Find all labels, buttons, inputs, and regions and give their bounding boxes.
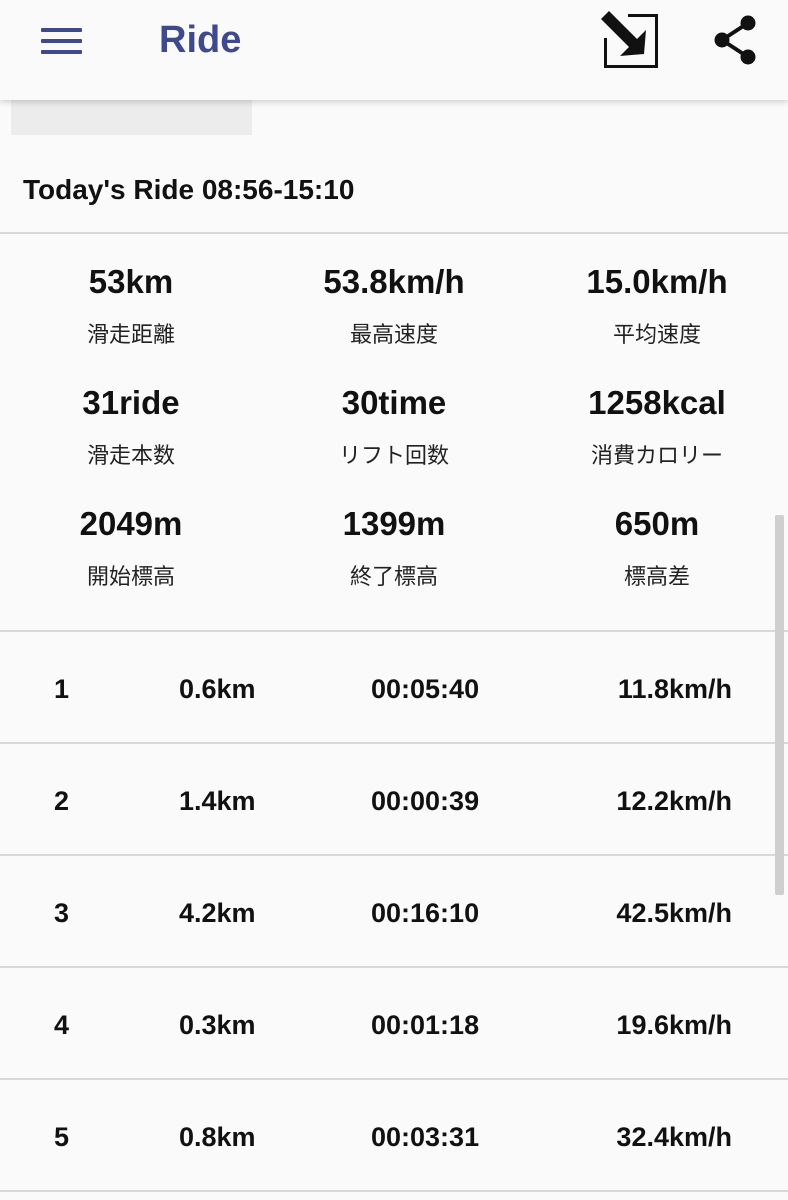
- scrollbar-thumb[interactable]: [775, 515, 784, 895]
- stat-start-altitude: 2049m 開始標高: [0, 504, 262, 591]
- stat-label: 標高差: [623, 564, 690, 589]
- run-speed: 42.5km/h: [616, 898, 732, 928]
- run-duration: 00:03:31: [371, 1122, 480, 1152]
- stat-label: 滑走距離: [86, 322, 175, 347]
- run-number: 3: [54, 898, 70, 928]
- run-number: 4: [54, 1010, 70, 1040]
- stat-label: 終了標高: [349, 564, 438, 589]
- stat-value: 650m: [614, 505, 700, 542]
- stat-ride-count: 31ride 滑走本数: [0, 383, 262, 470]
- run-row[interactable]: 4 0.3km 00:01:18 19.6km/h: [0, 968, 788, 1080]
- menu-bar-line: [41, 28, 82, 32]
- run-row[interactable]: 5 0.8km 00:03:31 32.4km/h: [0, 1080, 788, 1192]
- stat-calories: 1258kcal 消費カロリー: [526, 383, 788, 470]
- menu-bar-line: [41, 50, 82, 54]
- divider: [0, 232, 788, 234]
- stat-label: 開始標高: [86, 564, 175, 589]
- stat-value: 2049m: [79, 505, 183, 542]
- stat-value: 53.8km/h: [323, 263, 465, 300]
- ride-heading: Today's Ride 08:56-15:10: [23, 174, 355, 205]
- run-distance: 0.8km: [179, 1122, 256, 1152]
- stat-value: 31ride: [82, 384, 180, 421]
- stat-average-speed: 15.0km/h 平均速度: [526, 262, 788, 349]
- stat-label: リフト回数: [338, 443, 449, 468]
- stat-lift-count: 30time リフト回数: [263, 383, 525, 470]
- stat-label: 消費カロリー: [590, 443, 723, 468]
- run-distance: 1.4km: [179, 786, 256, 816]
- run-number: 5: [54, 1122, 70, 1152]
- run-number: 2: [54, 786, 70, 816]
- collapsed-card: [11, 100, 252, 135]
- stat-value: 1258kcal: [588, 384, 726, 421]
- stat-label: 滑走本数: [86, 443, 175, 468]
- run-list: 1 0.6km 00:05:40 11.8km/h 2 1.4km 00:00:…: [0, 632, 788, 1192]
- share-icon[interactable]: [706, 10, 766, 70]
- run-speed: 19.6km/h: [616, 1010, 732, 1040]
- page-title: Ride: [159, 19, 242, 61]
- run-duration: 00:00:39: [371, 786, 480, 816]
- hamburger-menu-icon[interactable]: [28, 16, 94, 64]
- stat-total-distance: 53km 滑走距離: [0, 262, 262, 349]
- run-speed: 12.2km/h: [616, 786, 732, 816]
- run-duration: 00:16:10: [371, 898, 480, 928]
- run-duration: 00:05:40: [371, 674, 480, 704]
- run-row[interactable]: 1 0.6km 00:05:40 11.8km/h: [0, 632, 788, 744]
- stat-value: 30time: [341, 384, 447, 421]
- run-row[interactable]: 2 1.4km 00:00:39 12.2km/h: [0, 744, 788, 856]
- stat-label: 平均速度: [612, 322, 701, 347]
- stat-value: 15.0km/h: [586, 263, 728, 300]
- run-duration: 00:01:18: [371, 1010, 480, 1040]
- stat-max-speed: 53.8km/h 最高速度: [263, 262, 525, 349]
- run-distance: 0.3km: [179, 1010, 256, 1040]
- app-bar: Ride: [0, 0, 788, 100]
- stat-altitude-difference: 650m 標高差: [526, 504, 788, 591]
- stat-end-altitude: 1399m 終了標高: [263, 504, 525, 591]
- run-number: 1: [54, 674, 70, 704]
- run-distance: 0.6km: [179, 674, 256, 704]
- run-row[interactable]: 3 4.2km 00:16:10 42.5km/h: [0, 856, 788, 968]
- run-speed: 32.4km/h: [616, 1122, 732, 1152]
- run-distance: 4.2km: [179, 898, 256, 928]
- stat-label: 最高速度: [349, 322, 438, 347]
- menu-bar-line: [41, 39, 82, 43]
- run-speed: 11.8km/h: [617, 674, 732, 704]
- stat-value: 1399m: [342, 505, 446, 542]
- open-in-new-icon[interactable]: [600, 10, 660, 70]
- stat-value: 53km: [88, 263, 174, 300]
